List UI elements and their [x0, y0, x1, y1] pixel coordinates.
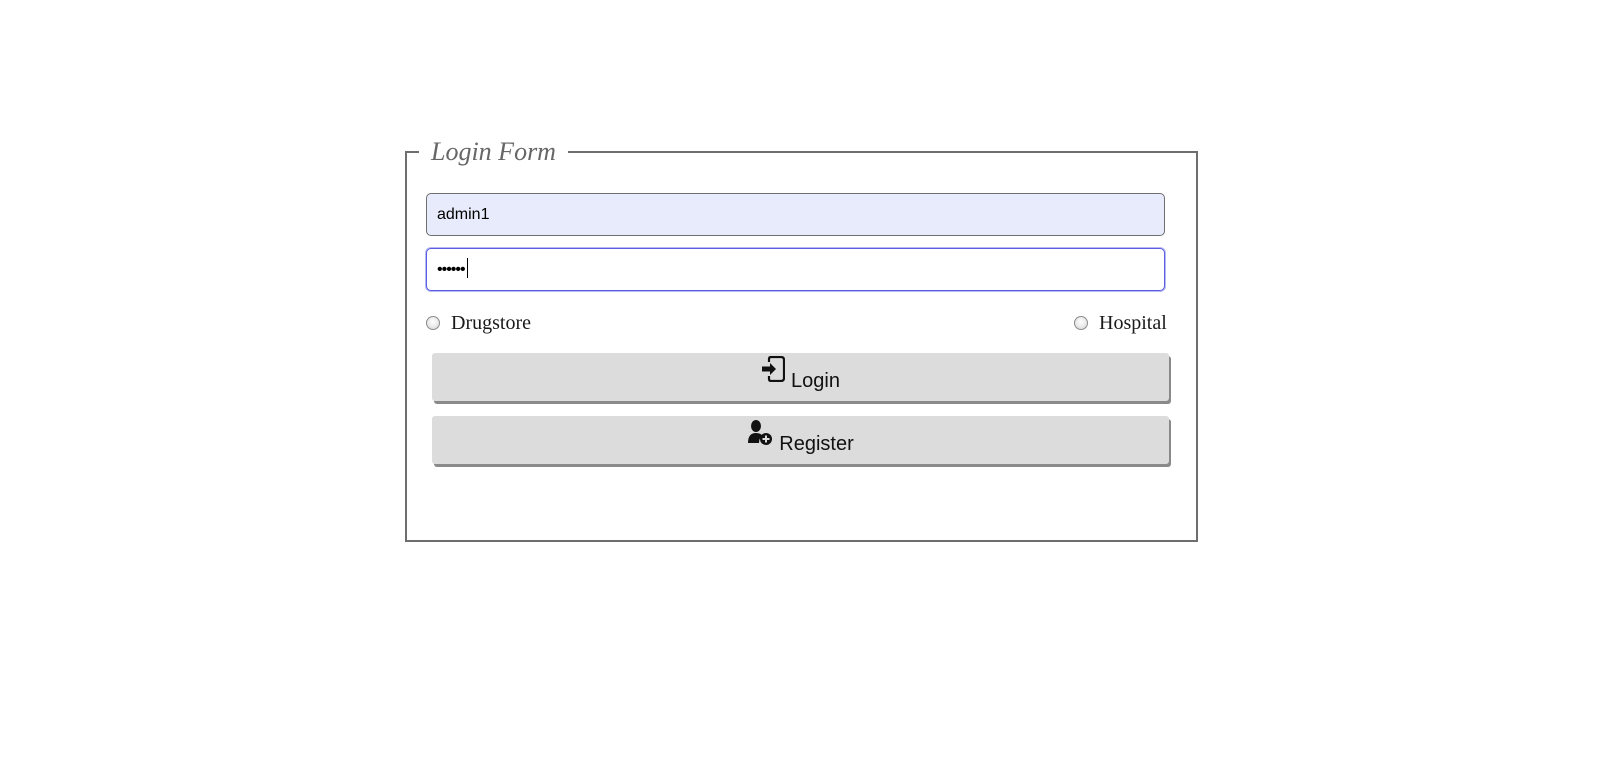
- form-legend: Login Form: [419, 135, 568, 169]
- password-input[interactable]: ••••••: [426, 248, 1165, 291]
- sign-in-icon: [761, 355, 786, 388]
- register-button-label: Register: [779, 432, 854, 455]
- login-form: Login Form admin1 •••••• Drugstore Hospi…: [405, 135, 1198, 542]
- username-value: admin1: [437, 206, 490, 223]
- radio-drugstore[interactable]: [426, 316, 440, 330]
- text-cursor: [466, 258, 468, 279]
- login-button[interactable]: Login: [432, 353, 1169, 401]
- radio-hospital-label[interactable]: Hospital: [1099, 311, 1167, 335]
- user-plus-icon: [747, 419, 773, 451]
- username-input[interactable]: admin1: [426, 193, 1165, 236]
- radio-drugstore-label[interactable]: Drugstore: [451, 311, 531, 335]
- radio-hospital[interactable]: [1074, 316, 1088, 330]
- login-button-label: Login: [791, 369, 840, 392]
- password-value: ••••••: [437, 261, 466, 278]
- register-button[interactable]: Register: [432, 416, 1169, 464]
